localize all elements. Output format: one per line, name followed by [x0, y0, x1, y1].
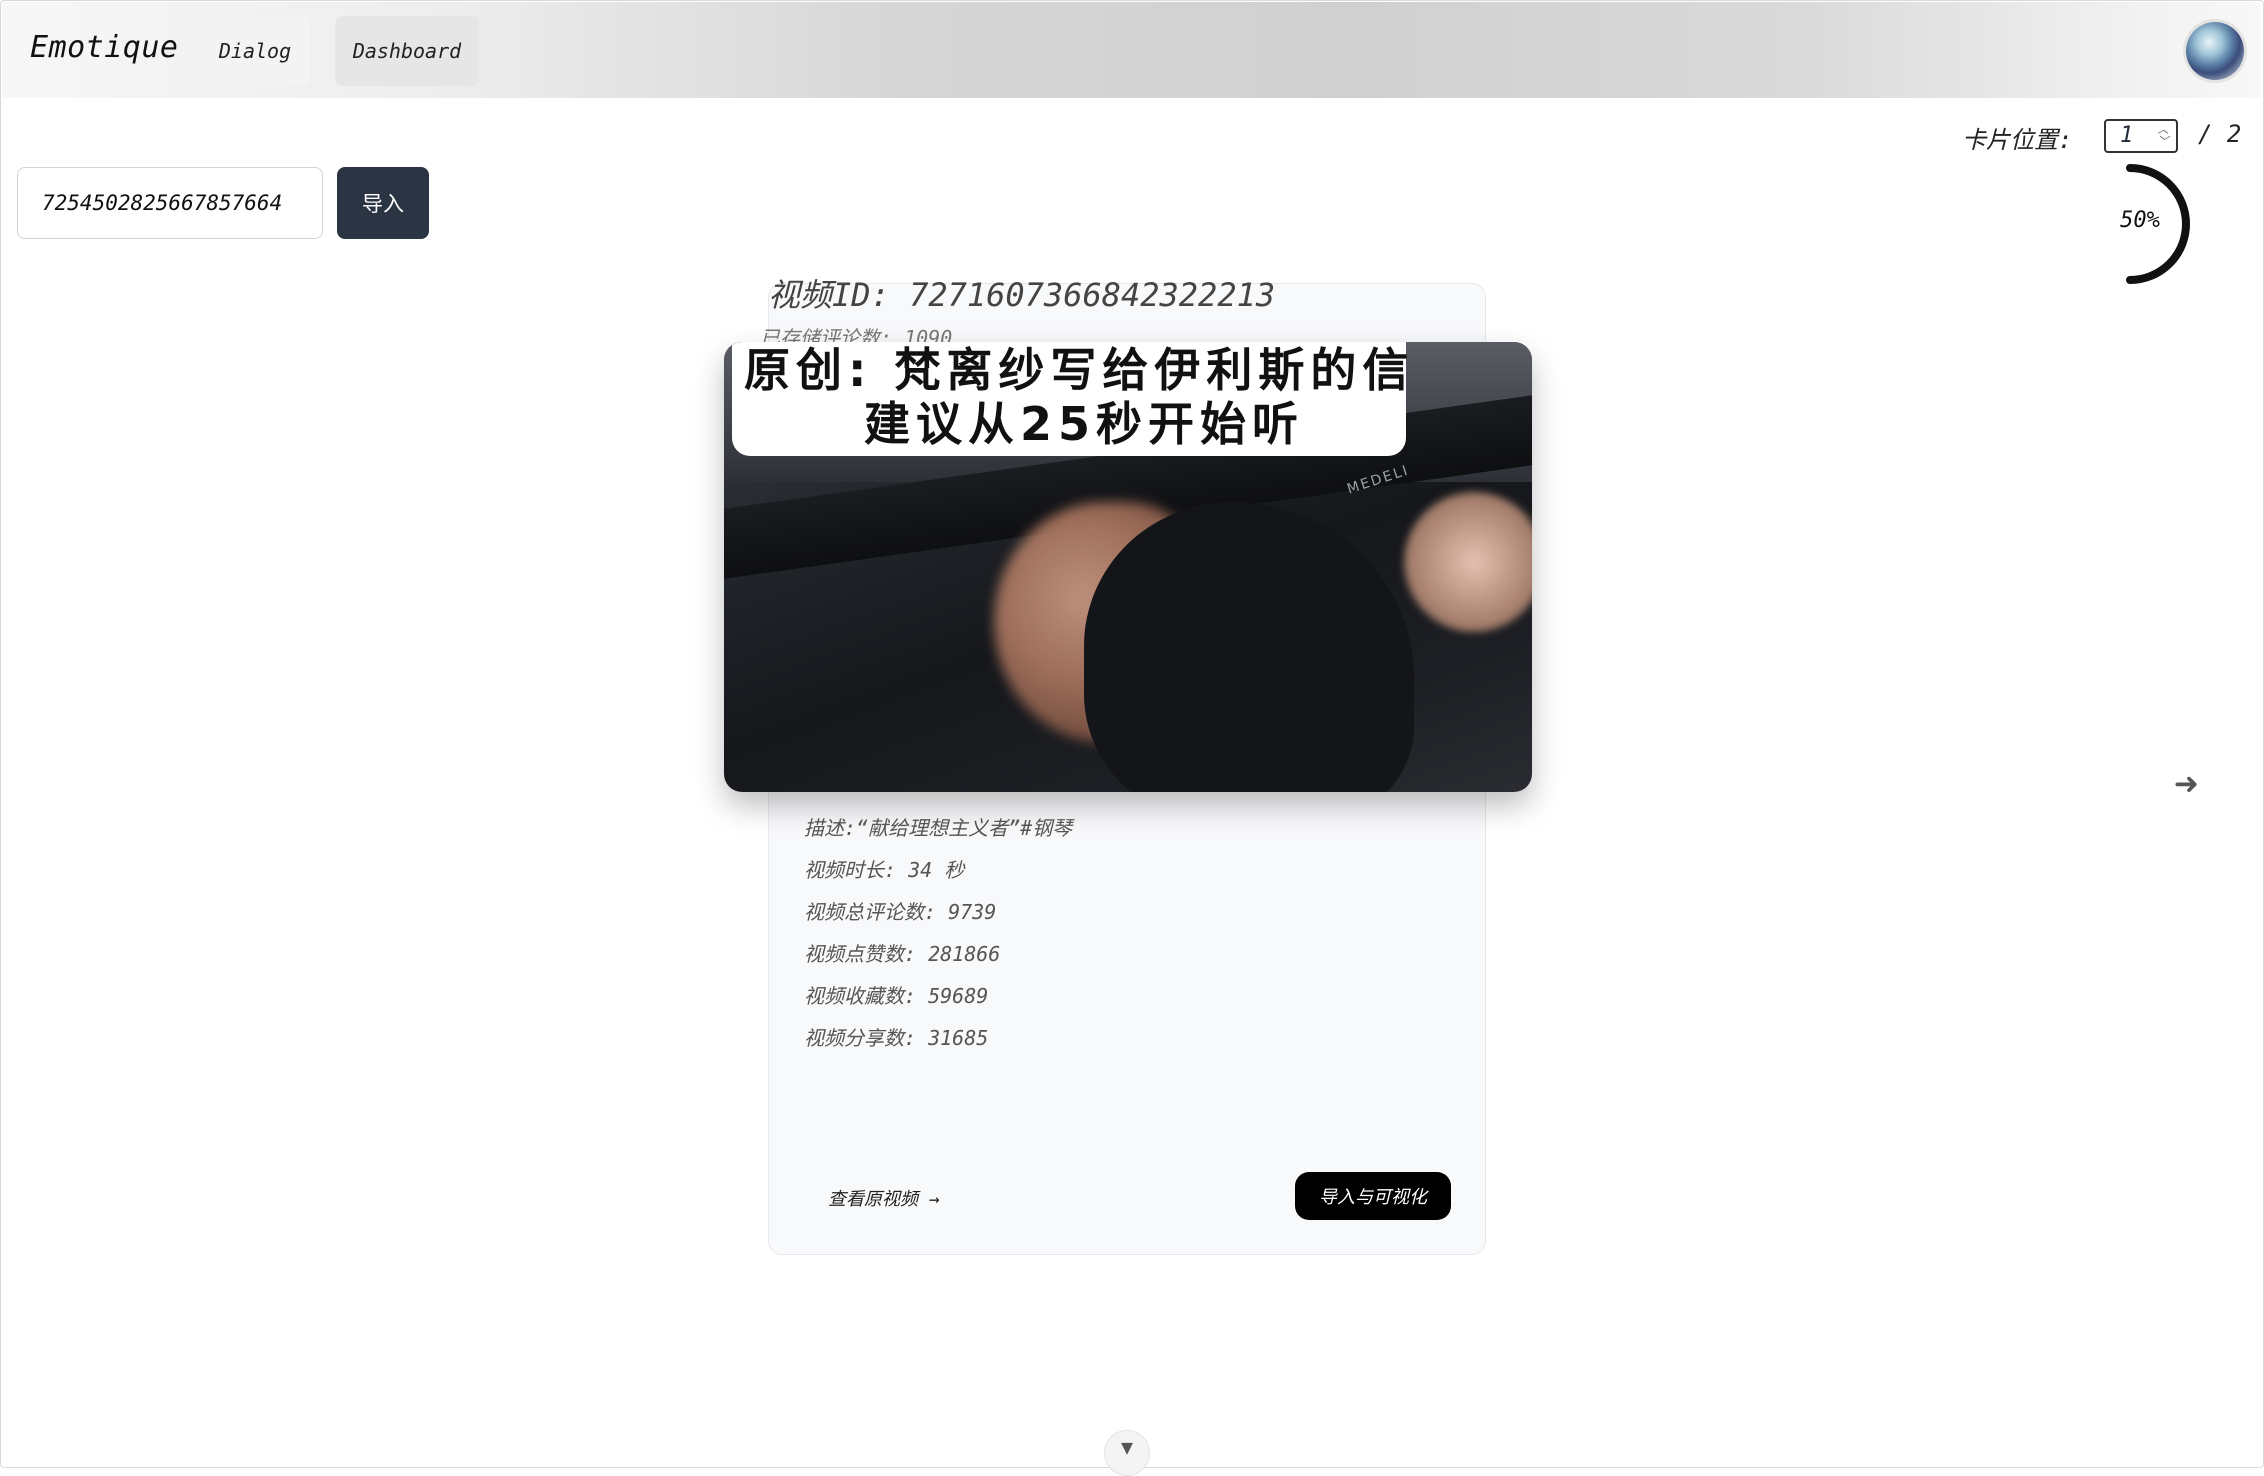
brand-logo[interactable]: Emotique — [30, 30, 179, 65]
card-position-value: 1 — [2120, 123, 2134, 148]
arrow-right-icon[interactable]: ➜ — [2174, 762, 2198, 808]
card-position-total: / 2 — [2198, 120, 2242, 148]
chevron-down-icon[interactable]: ▼ — [1104, 1430, 1150, 1476]
video-id-input[interactable] — [17, 167, 323, 239]
progress-ring-text: 50% — [2120, 208, 2160, 233]
import-button[interactable]: 导入 — [337, 167, 429, 239]
import-visualize-button[interactable]: 导入与可视化 — [1295, 1172, 1451, 1220]
cover-sleeve — [1084, 502, 1414, 792]
view-original-video-link[interactable]: 查看原视频 → — [828, 1185, 940, 1211]
detail-description: 描述:“献给理想主义者”#钢琴 — [804, 816, 1073, 840]
cover-hand-right — [1404, 492, 1532, 632]
cover-title-line2: 建议从25秒开始听 — [864, 397, 1305, 451]
nav-dashboard[interactable]: Dashboard — [335, 16, 479, 86]
top-navbar: Emotique Dialog Dashboard — [2, 2, 2260, 98]
video-id-heading: 视频ID: 7271607366842322213 — [768, 276, 1276, 314]
card-position-input[interactable]: 1 ︿ ﹀ — [2104, 119, 2178, 153]
number-spinner-icon[interactable]: ︿ ﹀ — [2156, 124, 2170, 148]
detail-total-comments: 视频总评论数: 9739 — [804, 900, 997, 924]
detail-favorites: 视频收藏数: 59689 — [804, 984, 989, 1008]
detail-duration: 视频时长: 34 秒 — [804, 858, 965, 882]
user-avatar-icon[interactable] — [2186, 22, 2244, 80]
nav-dialog[interactable]: Dialog — [200, 16, 310, 86]
detail-shares: 视频分享数: 31685 — [804, 1026, 989, 1050]
card-position-label: 卡片位置: — [1962, 126, 2073, 154]
detail-likes: 视频点赞数: 281866 — [804, 942, 1001, 966]
video-cover-image[interactable]: MEDELI 原创: 梵离纱写给伊利斯的信 建议从25秒开始听 — [724, 342, 1532, 792]
